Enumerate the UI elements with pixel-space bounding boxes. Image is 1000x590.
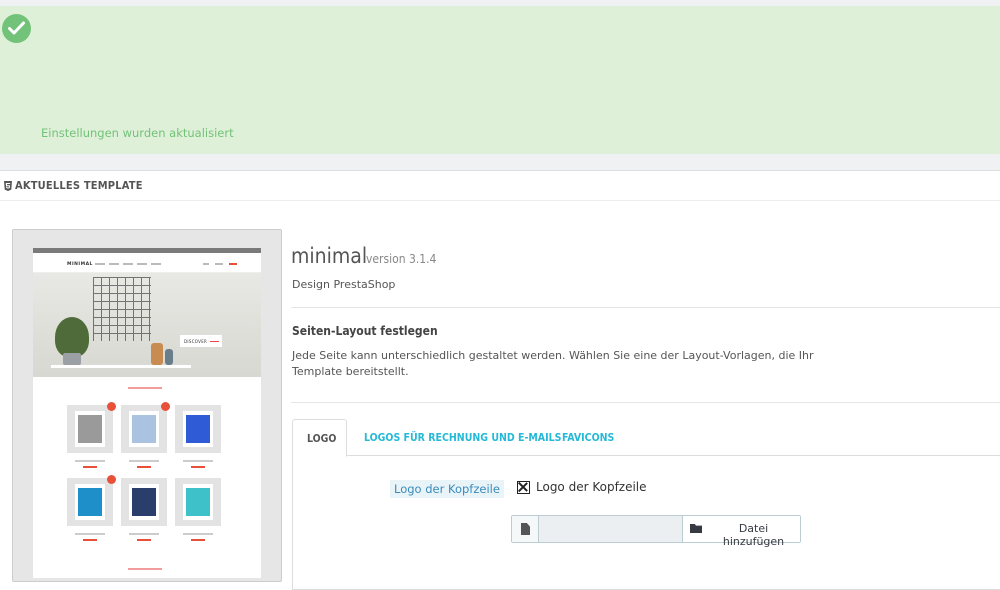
preview-product-meta (183, 460, 213, 462)
preview-product-meta (129, 533, 159, 535)
panel-heading: AKTUELLES TEMPLATE (0, 171, 1000, 201)
logo-tabs: LOGO LOGOS FÜR RECHNUNG UND E-MAILS FAVI… (292, 419, 1000, 457)
broken-image-icon (517, 481, 530, 494)
preview-pot (63, 353, 81, 365)
html5-icon (4, 181, 12, 191)
preview-product-card (67, 475, 116, 526)
alert-message: Einstellungen wurden aktualisiert (41, 126, 234, 140)
preview-product-price (83, 466, 97, 468)
preview-logo: MINIMAL (67, 262, 93, 267)
preview-product-price (191, 466, 205, 468)
tab-logo[interactable]: LOGO (292, 419, 347, 457)
preview-plant (55, 317, 89, 357)
theme-preview-page: MINIMAL DISCOVER (33, 248, 261, 578)
divider (291, 402, 1000, 403)
theme-version: version 3.1.4 (366, 252, 437, 266)
theme-author: Design PrestaShop (292, 278, 396, 291)
layout-section-description: Jede Seite kann unterschiedlich gestalte… (292, 349, 814, 378)
preview-nav-link (123, 263, 133, 265)
theme-preview-thumbnail: MINIMAL DISCOVER (12, 229, 282, 582)
preview-product-price (191, 539, 205, 541)
preview-shelf (51, 365, 191, 368)
preview-nav-link (137, 263, 147, 265)
preview-hero: DISCOVER (33, 273, 261, 377)
preview-product-meta (183, 533, 213, 535)
folder-open-icon (690, 524, 702, 533)
preview-product-price (137, 466, 151, 468)
current-template-panel: AKTUELLES TEMPLATE MINIMAL DISCOVER mini… (0, 171, 1000, 590)
preview-section-caption (128, 387, 162, 389)
layout-section-title: Seiten-Layout festlegen (292, 324, 438, 338)
file-icon (521, 523, 530, 535)
header-logo-label: Logo der Kopfzeile (390, 480, 504, 498)
tab-favicons[interactable]: FAVICONS (562, 419, 614, 456)
preview-product-card (121, 478, 167, 526)
preview-discover-label: DISCOVER (184, 339, 208, 344)
preview-product-price (137, 539, 151, 541)
preview-product-meta (75, 460, 105, 462)
file-name-input[interactable] (539, 516, 683, 542)
theme-name: minimal (291, 244, 368, 268)
preview-discover-button: DISCOVER (180, 335, 222, 347)
add-file-label: Datei hinzufügen (722, 522, 785, 548)
preview-vase (165, 349, 173, 365)
preview-arrow-icon (210, 341, 219, 342)
preview-product-meta (75, 533, 105, 535)
success-alert: Einstellungen wurden aktualisiert (0, 6, 1000, 154)
tab-invoice-email-logos[interactable]: LOGOS FÜR RECHNUNG UND E-MAILS (364, 419, 561, 456)
preview-hero-grid (93, 277, 151, 341)
check-circle-icon (2, 14, 31, 43)
preview-nav-link (109, 263, 119, 265)
preview-login-link (215, 263, 223, 265)
file-upload-group: Datei hinzufügen (511, 515, 801, 548)
preview-product-meta (129, 460, 159, 462)
divider (291, 307, 1000, 308)
preview-nav-link (95, 263, 105, 265)
preview-nav: MINIMAL (33, 253, 261, 273)
preview-product-card (175, 405, 221, 453)
preview-nav-link (151, 263, 161, 265)
header-logo-preview: Logo der Kopfzeile (536, 480, 647, 494)
add-file-button[interactable]: Datei hinzufügen (682, 516, 800, 548)
preview-product-card (175, 478, 221, 526)
preview-search-icon (203, 263, 209, 265)
preview-product-card (67, 402, 116, 453)
preview-cart-icon (229, 263, 237, 265)
preview-product-price (83, 539, 97, 541)
file-icon-box (512, 516, 539, 542)
section-gap (0, 154, 1000, 171)
preview-product-card (121, 402, 170, 453)
preview-vase (151, 343, 163, 365)
panel-title: AKTUELLES TEMPLATE (15, 179, 143, 192)
preview-footer-caption (128, 568, 162, 570)
